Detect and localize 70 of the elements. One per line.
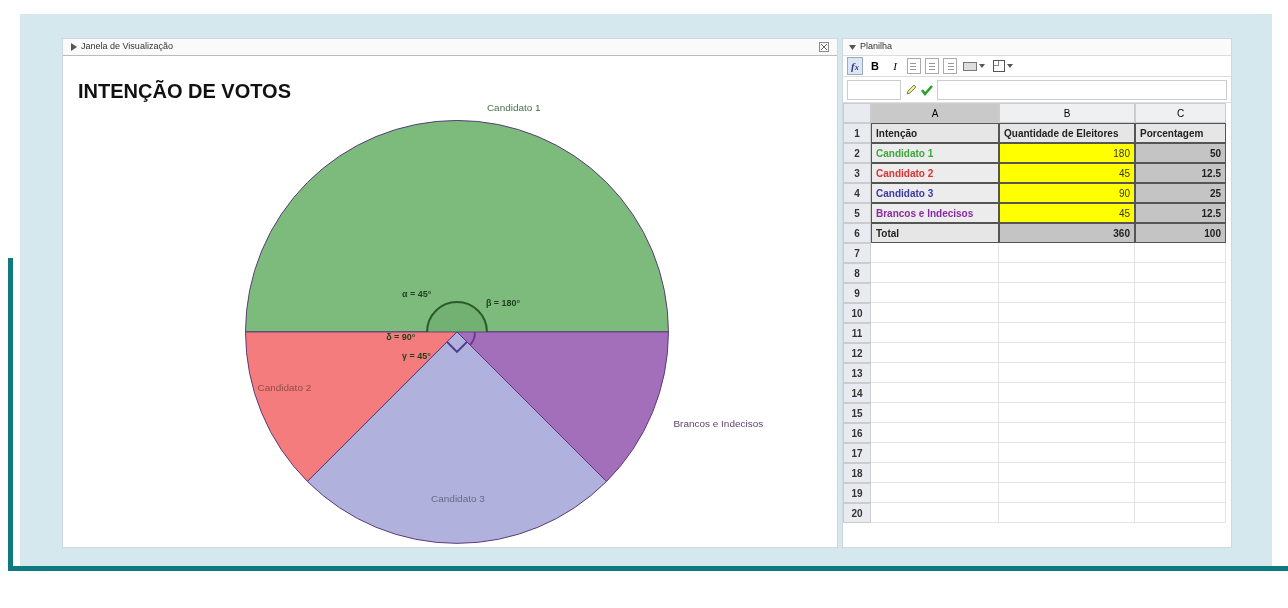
row-header[interactable]: 14 — [843, 383, 871, 403]
panel-title: Janela de Visualização — [81, 40, 173, 54]
angle-marks-drawing — [426, 301, 488, 354]
column-header[interactable]: B — [999, 103, 1135, 123]
bold-button[interactable]: B — [867, 57, 883, 75]
caret-icon — [1007, 64, 1013, 68]
italic-button[interactable]: I — [887, 57, 903, 75]
angle-label: α = 45° — [402, 289, 432, 299]
cell-name-field[interactable] — [847, 79, 901, 100]
table-cell: 12.5 — [1135, 163, 1226, 183]
table-cell: 45 — [999, 203, 1135, 223]
expand-icon[interactable] — [71, 43, 77, 51]
row-header[interactable]: 2 — [843, 143, 871, 163]
border-dropdown[interactable] — [991, 57, 1015, 75]
row-header[interactable]: 1 — [843, 123, 871, 143]
table-cell: 50 — [1135, 143, 1226, 163]
row-header[interactable]: 5 — [843, 203, 871, 223]
formula-button[interactable]: f$_{x}$ — [847, 57, 863, 75]
table-cell: 180 — [999, 143, 1135, 163]
column-header[interactable]: C — [1135, 103, 1226, 123]
table-cell: Candidato 1 — [871, 143, 999, 163]
row-header[interactable]: 9 — [843, 283, 871, 303]
align-center-button[interactable] — [925, 58, 939, 74]
row-header[interactable]: 10 — [843, 303, 871, 323]
table-cell: Intenção — [871, 123, 999, 143]
row-header[interactable]: 17 — [843, 443, 871, 463]
table-cell: 25 — [1135, 183, 1226, 203]
slice-label: Candidato 1 — [486, 102, 541, 114]
pencil-icon[interactable] — [905, 83, 917, 96]
slice-label: Candidato 3 — [431, 493, 485, 505]
row-header[interactable]: 13 — [843, 363, 871, 383]
align-right-button[interactable] — [943, 58, 957, 74]
column-header[interactable]: A — [871, 103, 999, 123]
table-cell: Candidato 2 — [871, 163, 999, 183]
slice-label: Brancos e Indecisos — [673, 417, 764, 429]
row-header[interactable]: 12 — [843, 343, 871, 363]
caret-icon — [979, 64, 985, 68]
checkmark-icon[interactable] — [921, 83, 933, 96]
table-cell: 45 — [999, 163, 1135, 183]
formula-input-field[interactable] — [937, 79, 1227, 100]
angle-label: β = 180° — [485, 298, 521, 308]
row-header[interactable]: 8 — [843, 263, 871, 283]
chart-heading: INTENÇÃO DE VOTOS — [78, 79, 291, 104]
row-header[interactable]: 19 — [843, 483, 871, 503]
table-cell: Candidato 3 — [871, 183, 999, 203]
slice-label: Candidato 2 — [257, 381, 312, 393]
row-header[interactable]: 7 — [843, 243, 871, 263]
row-header[interactable]: 6 — [843, 223, 871, 243]
table-cell: 90 — [999, 183, 1135, 203]
corner-cell — [843, 103, 871, 123]
angle-label: γ = 45° — [402, 350, 431, 361]
table-cell: 360 — [999, 223, 1135, 243]
table-cell: Brancos e Indecisos — [871, 203, 999, 223]
row-header[interactable]: 16 — [843, 423, 871, 443]
row-header[interactable]: 20 — [843, 503, 871, 523]
row-header[interactable]: 18 — [843, 463, 871, 483]
table-cell: 12.5 — [1135, 203, 1226, 223]
collapse-icon[interactable] — [849, 44, 856, 50]
close-icon[interactable] — [819, 42, 829, 52]
align-left-button[interactable] — [907, 58, 921, 74]
row-header[interactable]: 11 — [843, 323, 871, 343]
panel-title: Planilha — [860, 40, 893, 54]
angle-label: δ = 90° — [386, 331, 416, 342]
row-header[interactable]: 15 — [843, 403, 871, 423]
table-cell: Quantidade de Eleitores — [999, 123, 1135, 143]
table-cell: 100 — [1135, 223, 1226, 243]
table-cell: Total — [871, 223, 999, 243]
row-header[interactable]: 3 — [843, 163, 871, 183]
row-header[interactable]: 4 — [843, 183, 871, 203]
table-cell: Porcentagem — [1135, 123, 1226, 143]
